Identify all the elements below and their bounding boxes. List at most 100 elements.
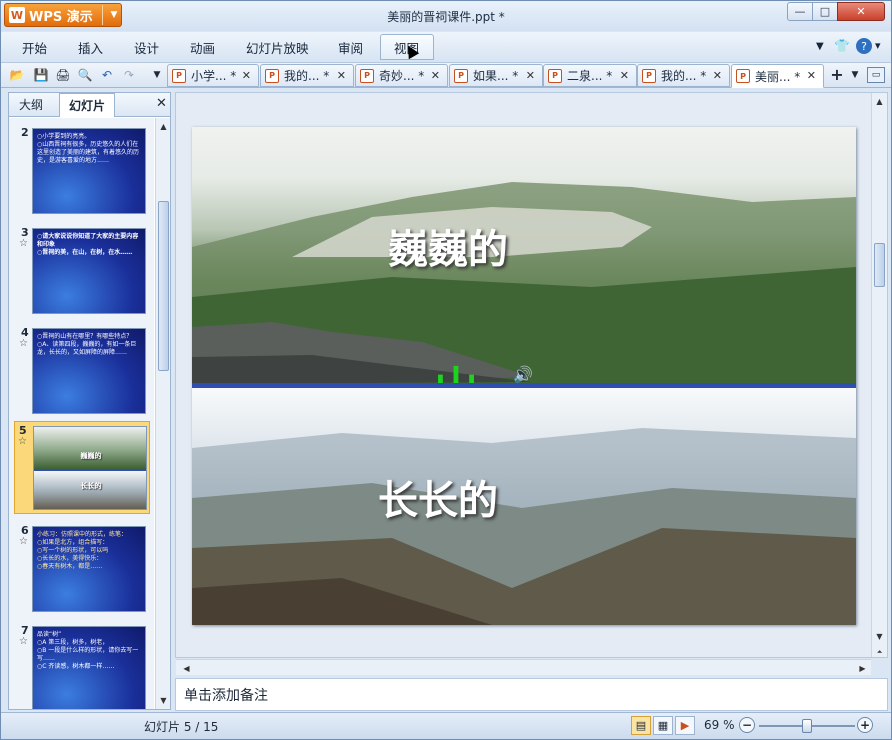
slide-canvas: 巍巍的 山 🔊 长长的 ▲ ▼ ⏶ ◀ ▶ [175, 92, 888, 675]
tab-outline[interactable]: 大纲 [19, 96, 43, 113]
new-tab-button[interactable]: + [829, 65, 845, 84]
animation-star-icon: ☆ [19, 636, 28, 647]
tab-slideshow[interactable]: 幻灯片放映 [246, 38, 309, 57]
minimize-button[interactable]: — [787, 2, 813, 21]
doc-tab-label: 小学... * [191, 69, 237, 83]
doc-tab-4[interactable]: P 如果... * ✕ [449, 64, 543, 87]
sorter-view-icon[interactable]: ▦ [653, 716, 673, 735]
slide-text-top: 巍巍的 [388, 226, 508, 273]
slide-preview: ○晋祠的山有在哪里？有哪些特点？ ○A、读第四段，巍巍的，有如一条巨龙，长长的，… [32, 328, 146, 414]
doc-tab-6[interactable]: P 我的... * ✕ [637, 64, 730, 87]
save-icon[interactable]: 💾 [33, 67, 49, 83]
doc-tab-1[interactable]: P 小学... * ✕ [167, 64, 259, 87]
scroll-left-icon[interactable]: ◀ [180, 661, 193, 675]
maximize-button[interactable]: □ [812, 2, 838, 21]
chevron-down-icon[interactable]: ▼ [816, 41, 824, 52]
doc-tab-label: 我的... * [661, 69, 707, 83]
slide-counter: 幻灯片 5 / 15 [144, 720, 219, 734]
slide-thumb-6[interactable]: 6 ☆ 小练习：仿照课中的形式，练笔： ○如果是北方，组合描写： ○写一个树的形… [14, 522, 150, 612]
close-tab-icon[interactable]: ✕ [242, 69, 251, 82]
panel-tabs: 大纲 幻灯片 ✕ [9, 93, 170, 117]
doc-tab-2[interactable]: P 我的... * ✕ [260, 64, 354, 87]
close-button[interactable]: ✕ [837, 2, 885, 21]
undo-icon[interactable]: ↶ [99, 67, 115, 83]
tab-animation[interactable]: 动画 [190, 38, 215, 57]
shirt-icon[interactable]: 👕 [834, 38, 850, 54]
slide-thumb-3[interactable]: 3 ☆ ○请大家说说你知道了大家的主要内容和印象 ○晋祠的美，在山，在树，在水…… [14, 224, 150, 314]
slide-scrollbar[interactable]: ▲ ▼ ⏶ [871, 93, 887, 657]
scroll-up-icon[interactable]: ▲ [157, 119, 170, 133]
scroll-right-icon[interactable]: ▶ [856, 661, 869, 675]
doc-tab-active[interactable]: P 美丽... * ✕ [731, 64, 824, 88]
dropdown-icon[interactable]: ▼ [149, 67, 165, 83]
tab-slides[interactable]: 幻灯片 [59, 93, 115, 117]
horizontal-scrollbar[interactable]: ◀ ▶ [176, 659, 871, 675]
status-bar: 幻灯片 5 / 15 ▤ ▦ ▶ 69 % − + [1, 712, 891, 739]
slide-preview: ○请大家说说你知道了大家的主要内容和印象 ○晋祠的美，在山，在树，在水…… [32, 228, 146, 314]
print-preview-icon[interactable]: 🔍 [77, 67, 93, 83]
animation-star-icon: ☆ [19, 338, 28, 349]
doc-tab-label: 美丽... * [755, 69, 801, 84]
mountain-scene-bottom [192, 428, 856, 625]
tab-insert[interactable]: 插入 [78, 38, 103, 57]
close-tab-icon[interactable]: ✕ [526, 69, 535, 82]
help-icon[interactable]: ? [856, 38, 872, 54]
ppt-file-icon: P [454, 68, 468, 83]
notes-area[interactable]: 单击添加备注 [175, 678, 888, 711]
doc-tab-5[interactable]: P 二泉... * ✕ [543, 64, 637, 87]
minimize-icon[interactable]: ▾ [875, 39, 881, 52]
mountain-photo-top: 巍巍的 山 🔊 [192, 127, 856, 414]
close-tab-icon[interactable]: ✕ [620, 69, 629, 82]
open-icon[interactable]: 📂 [9, 67, 25, 83]
doc-tab-label: 二泉... * [567, 69, 613, 83]
ppt-file-icon: P [172, 68, 186, 83]
title-bar: W WPS 演示 ▼ 美丽的晋祠课件.ppt * — □ ✕ [1, 1, 891, 31]
tab-design[interactable]: 设计 [134, 38, 159, 57]
zoom-out-icon[interactable]: − [739, 717, 755, 733]
redo-icon[interactable]: ↷ [121, 67, 137, 83]
quick-toolbar: 📂 💾 🖨 🔍 ↶ ↷ ▼ P 小学... * ✕ P 我的... * ✕ P … [1, 62, 891, 88]
zoom-in-icon[interactable]: + [857, 717, 873, 733]
close-tab-icon[interactable]: ✕ [713, 69, 722, 82]
mountain-photo-bottom: 长长的 [192, 388, 856, 625]
slide-preview: ○小学要到的亮亮。 ○山西晋祠有很多，历史悠久的人们在这里创造了美丽的建筑，有着… [32, 128, 146, 214]
zoom-level[interactable]: 69 % [704, 718, 735, 732]
ppt-file-icon: P [360, 68, 374, 83]
scroll-thumb[interactable] [158, 201, 169, 371]
layout-icon[interactable]: ▭ [867, 67, 885, 83]
ppt-file-icon: P [548, 68, 562, 83]
scroll-thumb[interactable] [874, 243, 885, 287]
doc-tab-3[interactable]: P 奇妙... * ✕ [355, 64, 448, 87]
close-tab-icon[interactable]: ✕ [431, 69, 440, 82]
slideshow-view-icon[interactable]: ▶ [675, 716, 695, 735]
scroll-down-icon[interactable]: ▼ [157, 693, 170, 707]
window-title: 美丽的晋祠课件.ppt * [387, 10, 505, 24]
slide-thumb-5-selected[interactable]: 5 ☆ 巍巍的 长长的 [14, 421, 150, 514]
normal-view-icon[interactable]: ▤ [631, 716, 651, 735]
animation-star-icon: ☆ [19, 238, 28, 249]
current-slide[interactable]: 巍巍的 山 🔊 长长的 [192, 127, 856, 625]
slide-thumb-2[interactable]: 2 ○小学要到的亮亮。 ○山西晋祠有很多，历史悠久的人们在这里创造了美丽的建筑，… [14, 124, 150, 214]
tab-list-icon[interactable]: ▼ [847, 67, 863, 83]
doc-tab-label: 如果... * [473, 69, 519, 83]
scroll-up-icon[interactable]: ▲ [873, 94, 886, 108]
zoom-slider-handle[interactable] [802, 719, 812, 733]
slide-thumbnails: 2 ○小学要到的亮亮。 ○山西晋祠有很多，历史悠久的人们在这里创造了美丽的建筑，… [9, 118, 154, 709]
print-icon[interactable]: 🖨 [55, 67, 71, 83]
scroll-down-icon[interactable]: ▼ [873, 629, 886, 643]
slide-thumb-4[interactable]: 4 ☆ ○晋祠的山有在哪里？有哪些特点？ ○A、读第四段，巍巍的，有如一条巨龙，… [14, 324, 150, 414]
speaker-icon[interactable]: 🔊 [513, 365, 533, 384]
animation-star-icon: ☆ [19, 536, 28, 547]
prev-slide-icon[interactable]: ⏶ [873, 645, 886, 659]
animation-star-icon: ☆ [18, 436, 27, 447]
app-window: W WPS 演示 ▼ 美丽的晋祠课件.ppt * — □ ✕ 开始 插入 设计 … [0, 0, 892, 740]
close-tab-icon[interactable]: ✕ [337, 69, 346, 82]
ppt-file-icon: P [736, 69, 750, 83]
panel-close-icon[interactable]: ✕ [156, 96, 167, 111]
close-tab-icon[interactable]: ✕ [807, 69, 816, 82]
ribbon-tabs: 开始 插入 设计 动画 幻灯片放映 审阅 视图 ▼ 👕 ? ▾ [1, 32, 891, 62]
slide-thumb-7[interactable]: 7 ☆ 品读“树” ○A 第三段，树多，树老， ○B 一段是什么样的形状，请你去… [14, 622, 150, 709]
tab-review[interactable]: 审阅 [338, 38, 363, 57]
thumbnail-scrollbar[interactable]: ▲ ▼ [155, 118, 170, 709]
tab-start[interactable]: 开始 [22, 38, 47, 57]
